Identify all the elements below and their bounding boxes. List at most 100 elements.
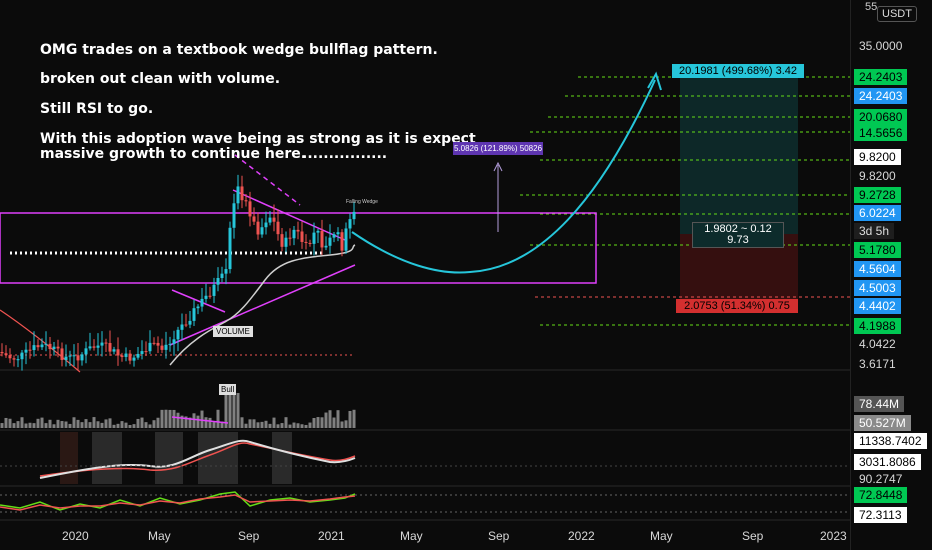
candlesticks: [0, 174, 356, 371]
volume-bar: [200, 410, 204, 428]
volume-bar: [132, 424, 136, 428]
price-label-14: 4.1988: [854, 318, 901, 334]
candle-body: [236, 186, 240, 204]
volume-bar: [16, 421, 20, 428]
candle-body: [44, 343, 48, 345]
currency-badge[interactable]: USDT: [877, 6, 917, 22]
volume-bar: [64, 421, 68, 428]
candle-body: [288, 237, 292, 239]
volume-bar: [40, 417, 44, 428]
candle-body: [332, 234, 336, 238]
volume-bar: [96, 421, 100, 428]
candle-body: [96, 345, 100, 348]
volume-bar: [228, 393, 232, 428]
volume-bar: [248, 419, 252, 428]
volume-bar: [148, 424, 152, 428]
position-label: 1.9802 ~ 0.12 9.73: [692, 222, 784, 248]
volume-bar: [328, 410, 332, 428]
candle-body: [60, 348, 64, 360]
candle-body: [232, 203, 236, 228]
volume-bar: [68, 423, 72, 428]
volume-bar: [124, 422, 128, 428]
volume-bar: [156, 417, 160, 428]
time-axis[interactable]: 2020 May Sep 2021 May Sep 2022 May Sep 2023: [0, 520, 850, 550]
volume-bar: [84, 419, 88, 428]
volume-bar: [32, 423, 36, 428]
volume-bar: [60, 421, 64, 428]
volume-bar: [164, 409, 168, 428]
volume-bar: [196, 415, 200, 428]
candle-body: [248, 201, 252, 217]
candle-body: [256, 221, 260, 235]
price-label-12: 4.5003: [854, 280, 901, 296]
candle-body: [320, 230, 324, 248]
candle-body: [300, 231, 304, 242]
candle-body: [304, 241, 308, 243]
volume-bar: [280, 423, 284, 428]
price-axis[interactable]: 55 USDT 35.0000 24.2403 24.2403 20.0680 14.5…: [850, 0, 932, 550]
volume-bar: [208, 417, 212, 428]
candle-body: [168, 343, 172, 345]
profit-zone: [680, 78, 798, 234]
candle-body: [108, 342, 112, 352]
indicator1-axis-label-2: 90.2747: [859, 472, 903, 486]
candle-body: [12, 358, 16, 360]
volume-bar: [272, 417, 276, 428]
candle-body: [220, 273, 224, 279]
candle-body: [212, 284, 216, 296]
volume-bar: [92, 417, 96, 428]
volume-bar: [256, 422, 260, 428]
price-label-2: 24.2403: [854, 88, 908, 104]
volume-bar: [104, 419, 108, 428]
candle-body: [8, 355, 12, 359]
volume-bar: [276, 424, 280, 428]
axis-top-value: 55: [865, 1, 878, 13]
volume-bars: [0, 393, 356, 428]
time-tick-2: Sep: [238, 529, 260, 543]
volume-bar: [260, 421, 264, 428]
candle-body: [208, 295, 212, 297]
price-label-1: 24.2403: [854, 69, 908, 85]
volume-bar: [20, 417, 24, 428]
candle-body: [128, 353, 132, 361]
time-tick-4: May: [400, 529, 423, 543]
indicator1-axis-label-1: 3031.8086: [854, 454, 921, 470]
candle-body: [0, 352, 4, 354]
volume-bar: [340, 421, 344, 428]
indicator-rsi: [0, 491, 850, 513]
position-label-mid: 9.73: [727, 234, 749, 246]
candle-body: [116, 349, 120, 356]
candle-body: [24, 349, 28, 353]
volume-bar: [304, 424, 308, 428]
time-tick-7: May: [650, 529, 673, 543]
time-tick-0: 2020: [62, 529, 89, 543]
candle-body: [140, 351, 144, 354]
candle-body: [272, 217, 276, 222]
candle-body: [180, 324, 184, 330]
candle-body: [204, 295, 208, 299]
volume-bar: [336, 410, 340, 428]
volume-bar: [212, 422, 216, 428]
price-label-11: 4.5604: [854, 261, 901, 277]
note-dots: ................: [302, 146, 388, 162]
volume-bar: [116, 423, 120, 428]
candle-body: [56, 346, 60, 349]
candle-body: [260, 227, 264, 235]
volume-bar: [332, 417, 336, 428]
volume-bar: [292, 422, 296, 428]
candle-body: [164, 344, 168, 350]
moving-average-red: [0, 309, 81, 373]
candle-body: [144, 351, 148, 353]
bull-label: Bull: [219, 384, 237, 395]
volume-bar: [176, 412, 180, 428]
candle-body: [68, 355, 72, 357]
candle-body: [172, 339, 176, 344]
price-label-3: 20.0680: [854, 109, 908, 125]
candle-body: [76, 355, 80, 361]
price-label-13: 4.4402: [854, 298, 901, 314]
candle-body: [156, 342, 160, 346]
candle-body: [36, 345, 40, 348]
indicator2-axis-label-1: 72.3113: [854, 507, 907, 523]
price-label-7: 9.2728: [854, 187, 901, 203]
stop-label: 2.0753 (51.34%) 0.75: [676, 299, 798, 313]
